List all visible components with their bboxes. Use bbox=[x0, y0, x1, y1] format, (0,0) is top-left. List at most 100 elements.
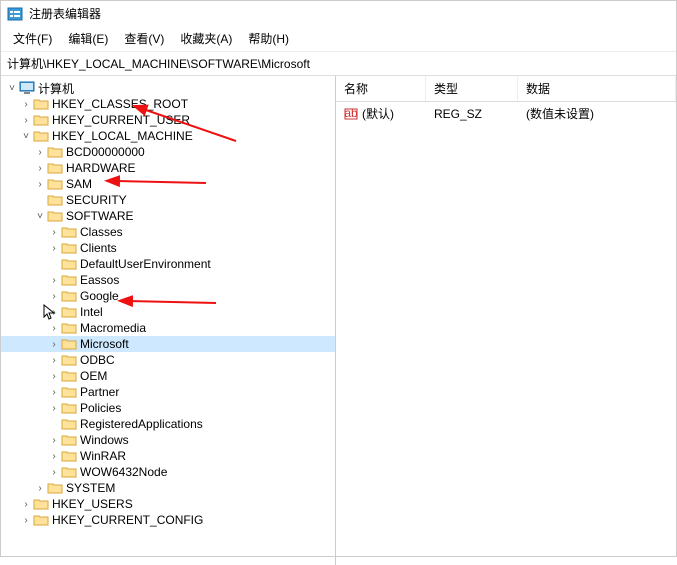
tree-eassos[interactable]: ›Eassos bbox=[1, 272, 335, 288]
cell-type: REG_SZ bbox=[426, 106, 518, 122]
tree-odbc[interactable]: ›ODBC bbox=[1, 352, 335, 368]
tree-classes[interactable]: › Classes bbox=[1, 224, 335, 240]
tree-macromedia[interactable]: › Macromedia bbox=[1, 320, 335, 336]
expand-icon[interactable]: › bbox=[47, 291, 61, 302]
col-header-name[interactable]: 名称 bbox=[336, 76, 426, 101]
tree-policies[interactable]: › Policies bbox=[1, 400, 335, 416]
expand-icon[interactable]: › bbox=[47, 435, 61, 446]
folder-icon bbox=[47, 145, 63, 159]
tree-label: HKEY_USERS bbox=[52, 497, 133, 511]
folder-icon bbox=[61, 449, 77, 463]
tree-sam[interactable]: ›SAM bbox=[1, 176, 335, 192]
folder-icon bbox=[47, 161, 63, 175]
menu-help[interactable]: 帮助(H) bbox=[242, 28, 295, 49]
tree-pane[interactable]: ˅ 计算机 › HKEY_CLASSES_ROOT › HKEY_CURRENT… bbox=[1, 76, 336, 565]
tree-clients[interactable]: ›Clients bbox=[1, 240, 335, 256]
tree-label: Macromedia bbox=[80, 321, 146, 335]
tree-partner[interactable]: ›Partner bbox=[1, 384, 335, 400]
expand-icon[interactable]: › bbox=[47, 355, 61, 366]
tree-hku[interactable]: › HKEY_USERS bbox=[1, 496, 335, 512]
svg-text:ab: ab bbox=[344, 107, 358, 120]
menu-view[interactable]: 查看(V) bbox=[118, 28, 170, 49]
expand-icon[interactable]: › bbox=[33, 179, 47, 190]
tree-microsoft[interactable]: ›Microsoft bbox=[1, 336, 335, 352]
expand-icon[interactable]: › bbox=[47, 387, 61, 398]
tree-label: RegisteredApplications bbox=[80, 417, 203, 431]
tree-bcd[interactable]: › BCD00000000 bbox=[1, 144, 335, 160]
expand-icon[interactable]: › bbox=[47, 339, 61, 350]
regedit-icon bbox=[7, 6, 23, 22]
folder-icon bbox=[33, 129, 49, 143]
tree-security[interactable]: SECURITY bbox=[1, 192, 335, 208]
expand-icon[interactable]: › bbox=[19, 99, 33, 110]
expand-icon[interactable]: › bbox=[47, 227, 61, 238]
computer-icon bbox=[19, 81, 35, 95]
expand-icon[interactable]: › bbox=[33, 483, 47, 494]
tree-label: Policies bbox=[80, 401, 121, 415]
folder-icon bbox=[61, 417, 77, 431]
folder-icon bbox=[61, 241, 77, 255]
tree-google[interactable]: ›Google bbox=[1, 288, 335, 304]
col-header-data[interactable]: 数据 bbox=[518, 76, 676, 101]
tree-due[interactable]: DefaultUserEnvironment bbox=[1, 256, 335, 272]
folder-icon bbox=[47, 177, 63, 191]
folder-icon bbox=[47, 193, 63, 207]
expand-icon[interactable]: › bbox=[47, 403, 61, 414]
tree-windows[interactable]: ›Windows bbox=[1, 432, 335, 448]
tree-label: DefaultUserEnvironment bbox=[80, 257, 211, 271]
tree-winrar[interactable]: › WinRAR bbox=[1, 448, 335, 464]
tree-label: HARDWARE bbox=[66, 161, 136, 175]
tree-hkcu[interactable]: › HKEY_CURRENT_USER bbox=[1, 112, 335, 128]
folder-icon bbox=[61, 433, 77, 447]
menu-file[interactable]: 文件(F) bbox=[7, 28, 58, 49]
list-header[interactable]: 名称 类型 数据 bbox=[336, 76, 676, 102]
tree-label: BCD00000000 bbox=[66, 145, 145, 159]
tree-label: Classes bbox=[80, 225, 123, 239]
expand-icon[interactable]: › bbox=[47, 243, 61, 254]
address-bar[interactable]: 计算机\HKEY_LOCAL_MACHINE\SOFTWARE\Microsof… bbox=[1, 51, 676, 76]
tree-label: Intel bbox=[80, 305, 103, 319]
folder-icon bbox=[33, 97, 49, 111]
menu-edit[interactable]: 编辑(E) bbox=[62, 28, 114, 49]
expand-icon[interactable]: › bbox=[47, 371, 61, 382]
expand-icon[interactable]: › bbox=[47, 323, 61, 334]
expand-icon[interactable]: › bbox=[33, 163, 47, 174]
folder-icon bbox=[61, 353, 77, 367]
tree-system[interactable]: ›SYSTEM bbox=[1, 480, 335, 496]
folder-icon bbox=[61, 337, 77, 351]
folder-icon bbox=[61, 321, 77, 335]
expand-icon[interactable]: › bbox=[47, 275, 61, 286]
value-name: (默认) bbox=[362, 105, 394, 122]
folder-icon bbox=[33, 113, 49, 127]
tree-hklm[interactable]: ˅ HKEY_LOCAL_MACHINE bbox=[1, 128, 335, 144]
folder-icon bbox=[61, 225, 77, 239]
expand-icon[interactable]: › bbox=[33, 147, 47, 158]
tree-regapps[interactable]: RegisteredApplications bbox=[1, 416, 335, 432]
title-bar: 注册表编辑器 bbox=[1, 1, 676, 26]
tree-software[interactable]: ˅SOFTWARE bbox=[1, 208, 335, 224]
expand-icon[interactable]: › bbox=[19, 499, 33, 510]
expand-icon[interactable]: ˅ bbox=[33, 211, 47, 222]
expand-icon[interactable]: ˅ bbox=[19, 131, 33, 142]
list-pane[interactable]: 名称 类型 数据 ab (默认) REG_SZ (数值未设置) bbox=[336, 76, 676, 565]
expand-icon[interactable]: ˅ bbox=[5, 83, 19, 94]
menu-favorites[interactable]: 收藏夹(A) bbox=[174, 28, 238, 49]
tree-wow64[interactable]: ›WOW6432Node bbox=[1, 464, 335, 480]
tree-label: WinRAR bbox=[80, 449, 126, 463]
tree-hardware[interactable]: › HARDWARE bbox=[1, 160, 335, 176]
tree-hkcc[interactable]: ›HKEY_CURRENT_CONFIG bbox=[1, 512, 335, 528]
list-row[interactable]: ab (默认) REG_SZ (数值未设置) bbox=[336, 102, 676, 125]
tree-root[interactable]: ˅ 计算机 bbox=[1, 80, 335, 96]
expand-icon[interactable]: › bbox=[19, 115, 33, 126]
cell-name: ab (默认) bbox=[336, 104, 426, 123]
expand-icon[interactable]: › bbox=[19, 515, 33, 526]
expand-icon[interactable]: › bbox=[47, 451, 61, 462]
folder-icon bbox=[61, 401, 77, 415]
expand-icon[interactable]: › bbox=[47, 467, 61, 478]
folder-icon bbox=[61, 465, 77, 479]
window-title: 注册表编辑器 bbox=[29, 5, 101, 22]
col-header-type[interactable]: 类型 bbox=[426, 76, 518, 101]
tree-oem[interactable]: ›OEM bbox=[1, 368, 335, 384]
tree-hkcr[interactable]: › HKEY_CLASSES_ROOT bbox=[1, 96, 335, 112]
folder-icon bbox=[47, 209, 63, 223]
